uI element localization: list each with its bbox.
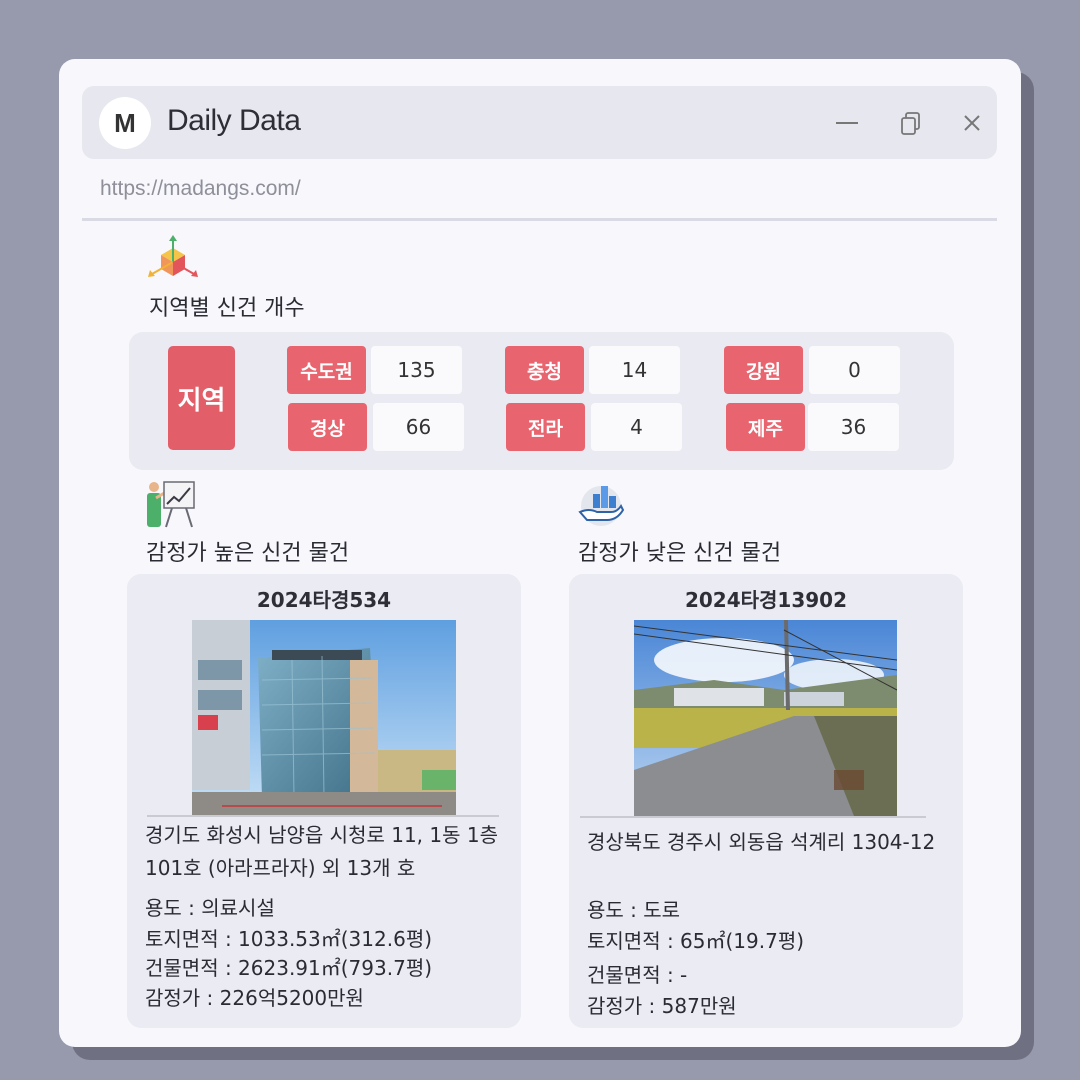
- region-name: 제주: [726, 403, 805, 451]
- hand-bar-chart-icon: [577, 482, 625, 530]
- region-count: 14: [589, 346, 680, 394]
- property-address: 101호 (아라프라자) 외 13개 호: [145, 856, 416, 880]
- property-usage: 용도 : 도로: [587, 898, 681, 922]
- appraisal-price: 감정가 : 226억5200만원: [145, 986, 364, 1010]
- region-name: 수도권: [287, 346, 366, 394]
- photo-divider: [580, 816, 926, 818]
- region-name: 강원: [724, 346, 803, 394]
- high-property-card[interactable]: 2024타경534 경기도 화성시 남양읍 시청로 11, 1동 1층 101호…: [127, 574, 521, 1028]
- region-panel: 지역 수도권 135 충청 14 강원 0 경상 66 전라 4 제주 36: [129, 332, 954, 470]
- minimize-icon[interactable]: [832, 108, 862, 138]
- property-address: 경상북도 경주시 외동읍 석계리 1304-12: [587, 830, 936, 854]
- url-bar[interactable]: https://madangs.com/: [100, 177, 301, 201]
- region-count: 36: [808, 403, 899, 451]
- app-window: M Daily Data https://madangs.com/ 지역별 신건…: [59, 59, 1021, 1047]
- appraisal-price: 감정가 : 587만원: [587, 994, 737, 1018]
- avatar: M: [99, 97, 151, 149]
- property-usage: 용도 : 의료시설: [145, 896, 275, 920]
- restore-icon[interactable]: [896, 108, 926, 138]
- property-photo: [192, 620, 456, 816]
- region-name: 전라: [506, 403, 585, 451]
- low-property-card[interactable]: 2024타경13902 경상북도 경주시 외동읍 석계리 1304-12 용도 …: [569, 574, 963, 1028]
- case-number: 2024타경534: [256, 588, 392, 612]
- 3d-axes-icon: [147, 234, 199, 288]
- app-title: Daily Data: [167, 104, 301, 137]
- building-area: 건물면적 : -: [587, 963, 688, 987]
- land-area: 토지면적 : 65㎡(19.7평): [587, 929, 805, 953]
- property-photo: [634, 620, 897, 816]
- photo-divider: [147, 815, 499, 817]
- region-name: 경상: [288, 403, 367, 451]
- section-title-regions: 지역별 신건 개수: [149, 296, 305, 321]
- property-address: 경기도 화성시 남양읍 시청로 11, 1동 1층: [145, 823, 499, 847]
- region-label: 지역: [168, 346, 235, 450]
- title-bar: M Daily Data: [82, 86, 997, 159]
- region-count: 66: [373, 403, 464, 451]
- region-count: 0: [809, 346, 900, 394]
- section-title-high: 감정가 높은 신건 물건: [146, 541, 350, 566]
- region-count: 135: [371, 346, 462, 394]
- region-count: 4: [591, 403, 682, 451]
- region-name: 충청: [505, 346, 584, 394]
- case-number: 2024타경13902: [684, 588, 848, 612]
- presentation-chart-icon: [144, 480, 196, 532]
- close-icon[interactable]: [957, 108, 987, 138]
- land-area: 토지면적 : 1033.53㎡(312.6평): [145, 927, 433, 951]
- divider: [82, 218, 997, 221]
- section-title-low: 감정가 낮은 신건 물건: [578, 541, 782, 566]
- building-area: 건물면적 : 2623.91㎡(793.7평): [145, 956, 433, 980]
